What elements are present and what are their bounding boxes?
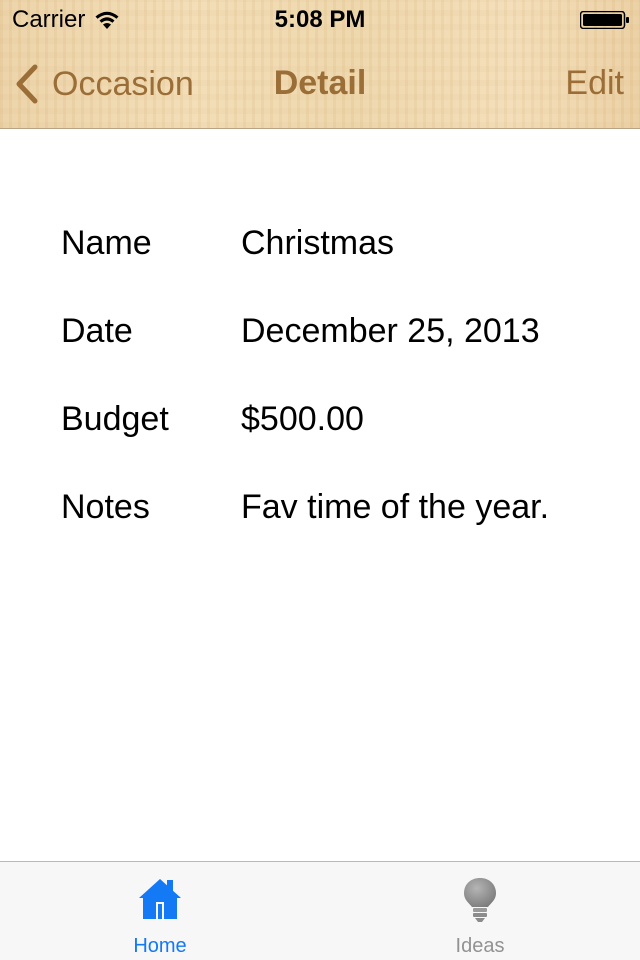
budget-value: $500.00	[241, 400, 364, 438]
name-label: Name	[61, 224, 152, 262]
detail-row-name: Name Christmas	[0, 198, 640, 286]
tab-ideas-label: Ideas	[455, 935, 505, 957]
detail-row-notes: Notes Fav time of the year.	[0, 462, 640, 550]
budget-label: Budget	[61, 400, 169, 438]
date-label: Date	[61, 312, 133, 350]
status-time: 5:08 PM	[274, 6, 366, 33]
tab-bar: Home Ideas	[0, 861, 640, 960]
name-value: Christmas	[241, 224, 395, 262]
detail-row-date: Date December 25, 2013	[0, 286, 640, 374]
tab-ideas[interactable]: Ideas	[320, 862, 640, 960]
notes-value: Fav time of the year.	[241, 488, 550, 526]
tab-home-label: Home	[133, 935, 187, 957]
navigation-bar: Occasion Detail Edit	[0, 40, 640, 128]
tab-home[interactable]: Home	[0, 862, 320, 960]
page-title: Detail	[273, 64, 367, 102]
header: Carrier 5:08 PM Occasion Detail Edit	[0, 0, 640, 129]
notes-label: Notes	[61, 488, 150, 526]
lightbulb-icon	[464, 878, 496, 922]
occasion-detail: Name Christmas Date December 25, 2013 Bu…	[0, 198, 640, 550]
screen: Carrier 5:08 PM Occasion Detail Edit Nam…	[0, 0, 640, 960]
home-icon	[139, 879, 181, 919]
battery-icon	[580, 11, 629, 29]
status-bar: Carrier 5:08 PM	[0, 0, 640, 40]
edit-button[interactable]: Edit	[565, 64, 624, 103]
date-value: December 25, 2013	[241, 312, 540, 350]
detail-row-budget: Budget $500.00	[0, 374, 640, 462]
